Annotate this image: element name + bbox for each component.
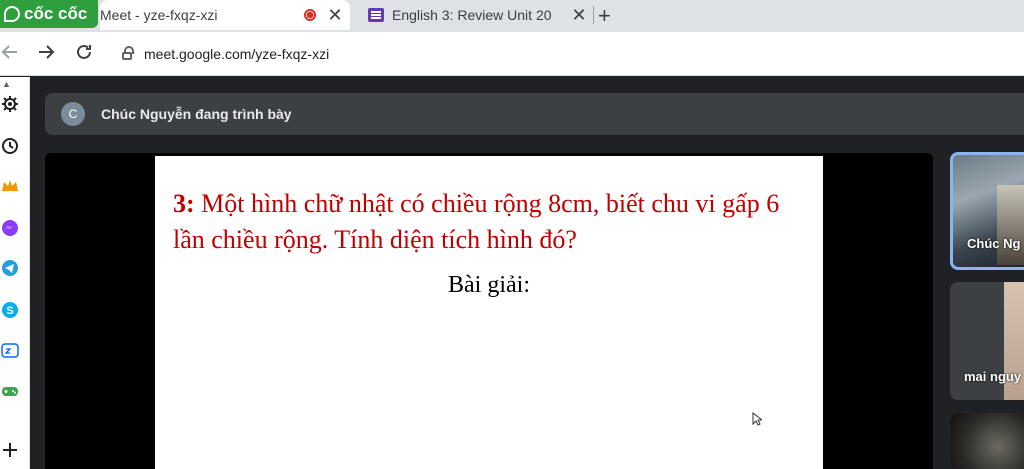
tab-strip: cốc cốc Meet - yze-fxqz-xzi ✕ English 3:… [0, 0, 1024, 91]
svg-text:S: S [6, 305, 13, 317]
slide-problem: 3: Một hình chữ nhật có chiều rộng 8cm, … [173, 186, 813, 258]
problem-text: Một hình chữ nhật có chiều rộng 8cm, biế… [173, 189, 780, 254]
reload-icon [77, 44, 91, 59]
presenter-avatar: C [61, 102, 85, 126]
browser-sidebar: ▲ S [0, 77, 30, 469]
solution-label: Bài giải: [448, 272, 530, 298]
participant-name: Chúc Ng [967, 236, 1021, 251]
close-tab-button[interactable]: ✕ [326, 5, 344, 26]
participant-tile[interactable]: Chúc Ng [950, 152, 1024, 270]
close-tab-button[interactable]: ✕ [570, 5, 588, 26]
settings-icon[interactable] [0, 95, 20, 115]
presentation-stage: 3: Một hình chữ nhật có chiều rộng 8cm, … [45, 153, 933, 469]
browser-toolbar: meet.google.com/yze-fxqz-xzi [0, 32, 1024, 76]
tab-title: English 3: Review Unit 20 [392, 7, 552, 23]
tab-title: Meet - yze-fxqz-xzi [100, 7, 218, 23]
brand-label: cốc cốc [24, 4, 88, 23]
participant-tile[interactable] [950, 413, 1024, 469]
add-icon[interactable] [0, 441, 20, 461]
messenger-icon[interactable] [0, 219, 20, 239]
game-controller-icon[interactable] [0, 382, 20, 402]
scroll-up-icon[interactable]: ▲ [2, 79, 11, 89]
skype-icon[interactable]: S [0, 301, 20, 321]
telegram-icon[interactable] [0, 259, 20, 279]
problem-number: 3: [173, 189, 195, 218]
google-forms-icon [368, 8, 384, 22]
arrow-right-icon [39, 45, 55, 59]
address-bar[interactable]: meet.google.com/yze-fxqz-xzi [112, 38, 1024, 70]
tab-meet[interactable]: Meet - yze-fxqz-xzi ✕ [100, 0, 350, 91]
tab-english-review[interactable]: English 3: Review Unit 20 ✕ [352, 0, 594, 30]
tab-separator [593, 6, 594, 24]
history-icon[interactable] [0, 137, 20, 157]
mouse-cursor-icon [752, 412, 762, 426]
participant-tile[interactable]: mai nguy [950, 282, 1024, 400]
zalo-icon[interactable] [0, 342, 20, 362]
coccoc-logo-icon [4, 6, 20, 22]
meet-area: C Chúc Nguyễn đang trình bày 3: Một hình… [30, 77, 1024, 469]
participant-video [997, 185, 1024, 265]
reload-button[interactable] [70, 40, 98, 68]
recording-icon [304, 9, 316, 21]
lock-icon [122, 46, 134, 60]
crown-icon[interactable] [0, 177, 20, 197]
new-tab-button[interactable]: + [598, 3, 611, 29]
forward-button[interactable] [32, 40, 60, 68]
url-text: meet.google.com/yze-fxqz-xzi [144, 46, 330, 62]
back-button[interactable] [0, 40, 24, 68]
presenting-text: Chúc Nguyễn đang trình bày [101, 106, 292, 122]
shared-slide: 3: Một hình chữ nhật có chiều rộng 8cm, … [155, 156, 823, 469]
arrow-left-icon [1, 45, 17, 59]
participant-name: mai nguy [964, 369, 1022, 384]
presentation-banner: C Chúc Nguyễn đang trình bày [45, 93, 1024, 135]
coccoc-brand-button[interactable]: cốc cốc [0, 0, 98, 28]
